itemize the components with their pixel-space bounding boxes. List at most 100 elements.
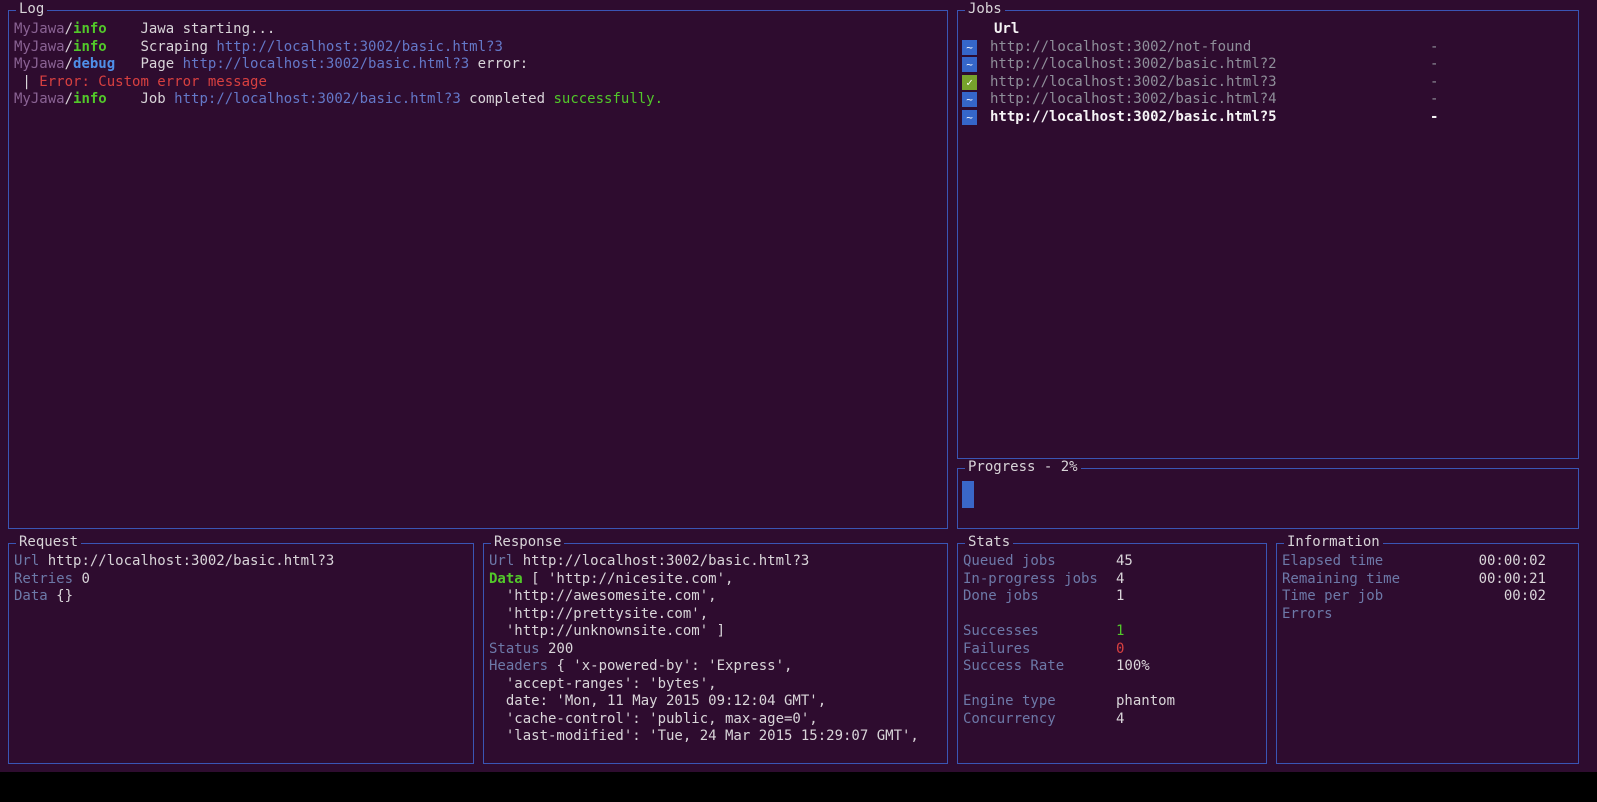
response-line: 'http://unknownsite.com' ] (489, 623, 944, 641)
job-url: http://localhost:3002/not-found (990, 39, 1430, 57)
stat-row: Success Rate100% (963, 658, 1263, 676)
job-row[interactable]: ~http://localhost:3002/not-found- (962, 39, 1578, 57)
stats-rows: Queued jobs45In-progress jobs4Done jobs1… (963, 553, 1263, 728)
job-url: http://localhost:3002/basic.html?5 (990, 109, 1430, 127)
stat-row: Queued jobs45 (963, 553, 1263, 571)
stat-label: In-progress jobs (963, 571, 1116, 589)
text-segment: Headers (489, 658, 548, 674)
job-result: - (1430, 56, 1438, 74)
job-row[interactable]: ✓http://localhost:3002/basic.html?3- (962, 74, 1578, 92)
response-line: date: 'Mon, 11 May 2015 09:12:04 GMT', (489, 693, 944, 711)
stat-label: Failures (963, 641, 1116, 659)
job-row[interactable]: ~http://localhost:3002/basic.html?4- (962, 91, 1578, 109)
text-segment: / (65, 56, 73, 72)
stat-row: Successes1 (963, 623, 1263, 641)
text-segment: info (73, 21, 107, 37)
response-line: 'http://prettysite.com', (489, 606, 944, 624)
stat-label: Successes (963, 623, 1116, 641)
stats-panel: Stats Queued jobs45In-progress jobs4Done… (957, 543, 1267, 764)
info-label: Remaining time (1282, 571, 1400, 589)
text-segment: http://localhost:3002/basic.html?3 (216, 39, 503, 55)
info-value: 00:00:21 (1479, 571, 1546, 589)
information-panel-title: Information (1284, 534, 1383, 552)
response-line: Status 200 (489, 641, 944, 659)
text-segment: 'http://awesomesite.com', (489, 588, 717, 604)
info-row: Remaining time 00:00:21 (1282, 571, 1546, 589)
log-line: MyJawa/debug Page http://localhost:3002/… (14, 56, 944, 74)
response-line: Url http://localhost:3002/basic.html?3 (489, 553, 944, 571)
stat-row: Done jobs1 (963, 588, 1263, 606)
job-pending-icon: ~ (962, 57, 977, 72)
text-segment: 0 (73, 571, 90, 587)
info-row: Time per job00:02 (1282, 588, 1546, 606)
stat-label: Done jobs (963, 588, 1116, 606)
stats-panel-title: Stats (965, 534, 1013, 552)
text-segment: MyJawa (14, 91, 65, 107)
stat-row: Engine typephantom (963, 693, 1263, 711)
response-line: 'http://awesomesite.com', (489, 588, 944, 606)
request-line: Url http://localhost:3002/basic.html?3 (14, 553, 470, 571)
text-segment: Page (115, 56, 182, 72)
stat-value: phantom (1116, 693, 1175, 711)
terminal-screen: Log MyJawa/info Jawa starting...MyJawa/i… (0, 0, 1597, 802)
text-segment: / (65, 39, 73, 55)
text-segment: info (73, 39, 107, 55)
text-segment: Retries (14, 571, 73, 587)
stat-value: 4 (1116, 711, 1124, 729)
stat-row: Failures0 (963, 641, 1263, 659)
job-url: http://localhost:3002/basic.html?3 (990, 74, 1430, 92)
stat-label: Success Rate (963, 658, 1116, 676)
text-segment: successfully. (553, 91, 663, 107)
text-segment: / (65, 91, 73, 107)
text-segment: [ 'http://nicesite.com', (523, 571, 734, 587)
text-segment: error: (469, 56, 528, 72)
job-row[interactable]: ~http://localhost:3002/basic.html?5- (962, 109, 1578, 127)
job-pending-icon: ~ (962, 40, 977, 55)
log-panel: Log MyJawa/info Jawa starting...MyJawa/i… (8, 10, 948, 529)
response-line: Data [ 'http://nicesite.com', (489, 571, 944, 589)
text-segment: 'last-modified': 'Tue, 24 Mar 2015 15:29… (489, 728, 919, 744)
text-segment: Url (489, 553, 514, 569)
stat-row: In-progress jobs4 (963, 571, 1263, 589)
log-line: MyJawa/info Jawa starting... (14, 21, 944, 39)
jobs-url-column-header: Url (962, 21, 1578, 39)
info-value: 00:02 (1504, 588, 1546, 606)
job-row[interactable]: ~ http://localhost:3002/basic.html?2- (962, 56, 1578, 74)
text-segment: debug (73, 56, 115, 72)
info-row: Errors (1282, 606, 1546, 624)
stat-value: 45 (1116, 553, 1133, 571)
info-row: Elapsed time00:00:02 (1282, 553, 1546, 571)
response-line: 'accept-ranges': 'bytes', (489, 676, 944, 694)
stat-label: Queued jobs (963, 553, 1116, 571)
stat-label: Concurrency (963, 711, 1116, 729)
progress-panel: Progress - 2% (957, 468, 1579, 529)
response-line: 'last-modified': 'Tue, 24 Mar 2015 15:29… (489, 728, 944, 746)
text-segment: http://localhost:3002/basic.html?3 (183, 56, 470, 72)
request-line: Retries 0 (14, 571, 470, 589)
job-pending-icon: ~ (962, 92, 977, 107)
response-line: Headers { 'x-powered-by': 'Express', (489, 658, 944, 676)
text-segment: 200 (540, 641, 574, 657)
stat-row: Concurrency4 (963, 711, 1263, 729)
progress-panel-title: Progress - 2% (965, 459, 1081, 477)
request-panel: Request Url http://localhost:3002/basic.… (8, 543, 474, 764)
response-panel-title: Response (491, 534, 564, 552)
log-line: MyJawa/info Job http://localhost:3002/ba… (14, 91, 944, 109)
info-label: Errors (1282, 606, 1333, 624)
stat-row (963, 606, 1263, 624)
text-segment: completed (461, 91, 554, 107)
request-panel-title: Request (16, 534, 81, 552)
job-url: http://localhost:3002/basic.html?2 (990, 56, 1430, 74)
log-panel-title: Log (16, 1, 47, 19)
text-segment: info (73, 91, 107, 107)
job-result: - (1430, 74, 1438, 92)
stat-value: 0 (1116, 641, 1124, 659)
log-lines[interactable]: MyJawa/info Jawa starting...MyJawa/info … (14, 21, 944, 109)
log-line: | Error: Custom error message (14, 74, 944, 92)
response-line: 'cache-control': 'public, max-age=0', (489, 711, 944, 729)
text-segment: http://localhost:3002/basic.html?3 (39, 553, 334, 569)
text-segment: Jawa starting... (107, 21, 276, 37)
information-panel: Information Elapsed time00:00:02Remainin… (1276, 543, 1579, 764)
log-line: MyJawa/info Scraping http://localhost:30… (14, 39, 944, 57)
text-segment: date: 'Mon, 11 May 2015 09:12:04 GMT', (489, 693, 826, 709)
